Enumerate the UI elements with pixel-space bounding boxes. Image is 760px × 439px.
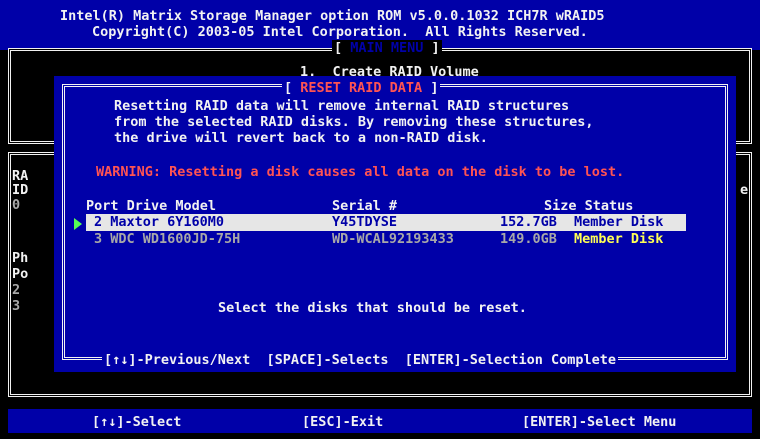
- selection-cursor-icon: [74, 218, 82, 230]
- table-row[interactable]: 3 WDC WD1600JD-75H WD-WCAL92193433 149.0…: [86, 231, 686, 248]
- disk-serial: Y45TDYSE: [332, 214, 398, 230]
- main-menu-title: [ MAIN MENU ]: [332, 40, 442, 56]
- table-row[interactable]: 2 Maxtor 6Y160M0 Y45TDYSE 152.7GB Member…: [86, 214, 686, 231]
- help-enter: [ENTER]-Select Menu: [522, 414, 677, 430]
- panel-fragment: Po: [12, 266, 29, 282]
- help-select: [↑↓]-Select: [92, 414, 182, 430]
- panel-fragment: e: [740, 182, 749, 198]
- warning-text: WARNING: Resetting a disk causes all dat…: [96, 164, 625, 180]
- column-port-model: Port Drive Model: [86, 198, 217, 214]
- disk-port-model: 3 WDC WD1600JD-75H: [94, 231, 241, 247]
- dialog-description-line: from the selected RAID disks. By removin…: [114, 114, 594, 130]
- column-serial: Serial #: [332, 198, 398, 214]
- panel-fragment: 2: [12, 282, 21, 298]
- header-title: Intel(R) Matrix Storage Manager option R…: [60, 8, 605, 24]
- dialog-description-line: the drive will revert back to a non-RAID…: [114, 130, 488, 146]
- column-size-status: Size Status: [544, 198, 634, 214]
- disk-size: 149.0GB: [500, 231, 557, 247]
- help-exit: [ESC]-Exit: [302, 414, 384, 430]
- panel-fragment: 0: [12, 197, 21, 213]
- header-copyright: Copyright(C) 2003-05 Intel Corporation. …: [92, 24, 588, 40]
- disk-serial: WD-WCAL92193433: [332, 231, 454, 247]
- disk-status: Member Disk: [574, 231, 664, 247]
- dialog-title: [ RESET RAID DATA ]: [282, 80, 441, 96]
- panel-fragment: Ph: [12, 250, 29, 266]
- disk-port-model: 2 Maxtor 6Y160M0: [94, 214, 225, 230]
- dialog-footer-help: [↑↓]-Previous/Next [SPACE]-Selects [ENTE…: [102, 352, 619, 368]
- panel-fragment: ID: [12, 182, 29, 198]
- disk-status: Member Disk: [574, 214, 664, 230]
- instruction-text: Select the disks that should be reset.: [218, 300, 527, 316]
- disk-size: 152.7GB: [500, 214, 557, 230]
- panel-fragment: 3: [12, 298, 21, 314]
- dialog-description-line: Resetting RAID data will remove internal…: [114, 98, 570, 114]
